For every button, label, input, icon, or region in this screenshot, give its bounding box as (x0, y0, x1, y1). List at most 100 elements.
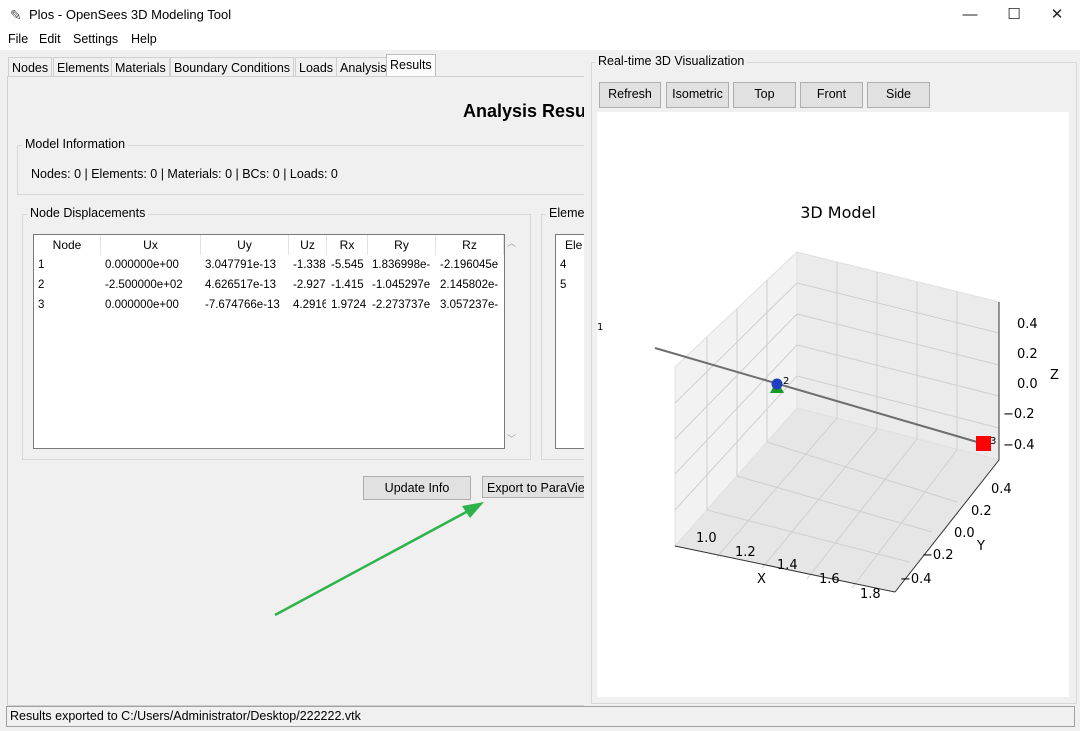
menu-help[interactable]: Help (131, 32, 157, 46)
tab-nodes[interactable]: Nodes (8, 57, 53, 78)
z-tick-label: −0.4 (1003, 438, 1035, 453)
tab-materials[interactable]: Materials (111, 57, 170, 78)
cell-element: 4 (560, 259, 567, 271)
menu-bar: File Edit Settings Help (0, 30, 1080, 50)
table-row[interactable]: 2 -2.500000e+02 4.626517e-13 -2.927 -1.4… (34, 275, 504, 295)
cell-ry: -1.045297e (372, 279, 431, 291)
cell-element: 5 (560, 279, 567, 291)
update-info-button[interactable]: Update Info (363, 476, 471, 500)
tab-analysis[interactable]: Analysis (336, 57, 391, 78)
page-title: Analysis Resu (463, 101, 584, 121)
top-view-button[interactable]: Top (733, 82, 796, 108)
x-tick-label: 1.6 (819, 572, 840, 587)
minimize-button[interactable]: — (947, 0, 993, 30)
x-tick-label: 1.4 (777, 558, 798, 573)
load-marker (976, 436, 991, 451)
element-forces-table[interactable]: Ele 4 5 (555, 234, 584, 449)
z-ticks: 0.4 0.2 0.0 −0.2 −0.4 (1003, 317, 1038, 453)
y-tick-label: −0.2 (922, 548, 954, 563)
scroll-down-icon[interactable]: ﹀ (507, 432, 516, 445)
table-row[interactable]: 3 0.000000e+00 -7.674766e-13 4.2916 1.97… (34, 295, 504, 315)
tab-loads[interactable]: Loads (295, 57, 338, 78)
refresh-button[interactable]: Refresh (599, 82, 661, 108)
plot-canvas[interactable]: 1 2 3 3D Model 0.4 0.2 0.0 −0.2 −0.4 Z 0… (597, 112, 1069, 697)
y-tick-label: −0.4 (900, 572, 932, 587)
maximize-button[interactable]: ☐ (991, 0, 1037, 30)
column-header-node[interactable]: Node (34, 235, 101, 255)
x-tick-label: 1.2 (735, 545, 756, 560)
z-tick-label: 0.0 (1017, 377, 1038, 392)
cell-rx: 1.9724 (331, 299, 367, 311)
node-label-1: 1 (597, 322, 603, 333)
z-axis-label: Z (1050, 368, 1059, 383)
cell-ry: -2.273737e (372, 299, 431, 311)
cell-ux: 0.000000e+00 (105, 299, 179, 311)
menu-settings[interactable]: Settings (73, 32, 118, 46)
plot-3d[interactable]: 1 2 3 3D Model 0.4 0.2 0.0 −0.2 −0.4 Z 0… (597, 112, 1069, 697)
cell-uz: -1.338 (293, 259, 326, 271)
plot-title: 3D Model (800, 203, 876, 222)
column-header-element[interactable]: Ele (556, 235, 584, 255)
status-text: Results exported to C:/Users/Administrat… (10, 709, 361, 723)
support-blue-marker (771, 378, 783, 390)
cell-rz: -2.196045e (440, 259, 499, 271)
scroll-up-icon[interactable]: ︿ (507, 236, 516, 249)
column-header-uy[interactable]: Uy (201, 235, 289, 255)
table-row[interactable]: 1 0.000000e+00 3.047791e-13 -1.338 -5.54… (34, 255, 504, 275)
status-bar: Results exported to C:/Users/Administrat… (6, 706, 1075, 727)
results-panel: Analysis Resu Model Information Nodes: 0… (7, 76, 584, 706)
x-axis-label: X (757, 572, 766, 587)
column-header-rz[interactable]: Rz (436, 235, 504, 255)
element-forces-label: Eleme (546, 206, 584, 220)
table-scrollbar[interactable]: ︿ ﹀ (505, 234, 519, 447)
cell-rx: -1.415 (331, 279, 364, 291)
window-title: Plos - OpenSees 3D Modeling Tool (29, 7, 232, 22)
close-button[interactable]: ✕ (1034, 0, 1080, 30)
cell-rx: -5.545 (331, 259, 364, 271)
column-header-uz[interactable]: Uz (289, 235, 327, 255)
model-info-text: Nodes: 0 | Elements: 0 | Materials: 0 | … (31, 167, 338, 181)
cell-uz: -2.927 (293, 279, 326, 291)
cell-ry: 1.836998e- (372, 259, 431, 271)
side-view-button[interactable]: Side (867, 82, 930, 108)
tab-elements[interactable]: Elements (53, 57, 114, 78)
node-displacements-label: Node Displacements (27, 206, 149, 220)
column-header-ry[interactable]: Ry (368, 235, 436, 255)
feather-icon: ✎ (10, 7, 22, 23)
title-bar: ✎ Plos - OpenSees 3D Modeling Tool — ☐ ✕ (0, 0, 1080, 30)
cell-uz: 4.2916 (293, 299, 326, 311)
cell-node: 1 (38, 259, 45, 271)
cell-node: 2 (38, 279, 45, 291)
cell-rz: 3.057237e- (440, 299, 499, 311)
menu-edit[interactable]: Edit (39, 32, 61, 46)
z-tick-label: 0.4 (1017, 317, 1038, 332)
cell-rz: 2.145802e- (440, 279, 499, 291)
cell-ux: -2.500000e+02 (105, 279, 183, 291)
visualization-label: Real-time 3D Visualization (595, 54, 748, 68)
cell-uy: 3.047791e-13 (205, 259, 276, 271)
y-axis-label: Y (976, 539, 985, 554)
z-tick-label: −0.2 (1003, 407, 1035, 422)
model-info-label: Model Information (22, 137, 129, 151)
y-tick-label: 0.4 (991, 482, 1012, 497)
z-tick-label: 0.2 (1017, 347, 1038, 362)
x-tick-label: 1.0 (696, 531, 717, 546)
column-header-ux[interactable]: Ux (101, 235, 201, 255)
column-header-rx[interactable]: Rx (327, 235, 368, 255)
node-label-2: 2 (783, 376, 789, 387)
cell-uy: 4.626517e-13 (205, 279, 276, 291)
cell-uy: -7.674766e-13 (205, 299, 280, 311)
front-view-button[interactable]: Front (800, 82, 863, 108)
y-tick-label: 0.0 (954, 526, 975, 541)
y-tick-label: 0.2 (971, 504, 992, 519)
isometric-button[interactable]: Isometric (666, 82, 729, 108)
tab-results[interactable]: Results (386, 54, 436, 78)
node-displacements-table[interactable]: Node Ux Uy Uz Rx Ry Rz 1 0.000000e+00 3.… (33, 234, 505, 449)
tab-boundary-conditions[interactable]: Boundary Conditions (170, 57, 295, 78)
x-tick-label: 1.8 (860, 587, 881, 602)
cell-node: 3 (38, 299, 45, 311)
node-label-3: 3 (990, 436, 996, 447)
cell-ux: 0.000000e+00 (105, 259, 179, 271)
menu-file[interactable]: File (8, 32, 28, 46)
export-paraview-button[interactable]: Export to ParaVie (482, 476, 584, 498)
